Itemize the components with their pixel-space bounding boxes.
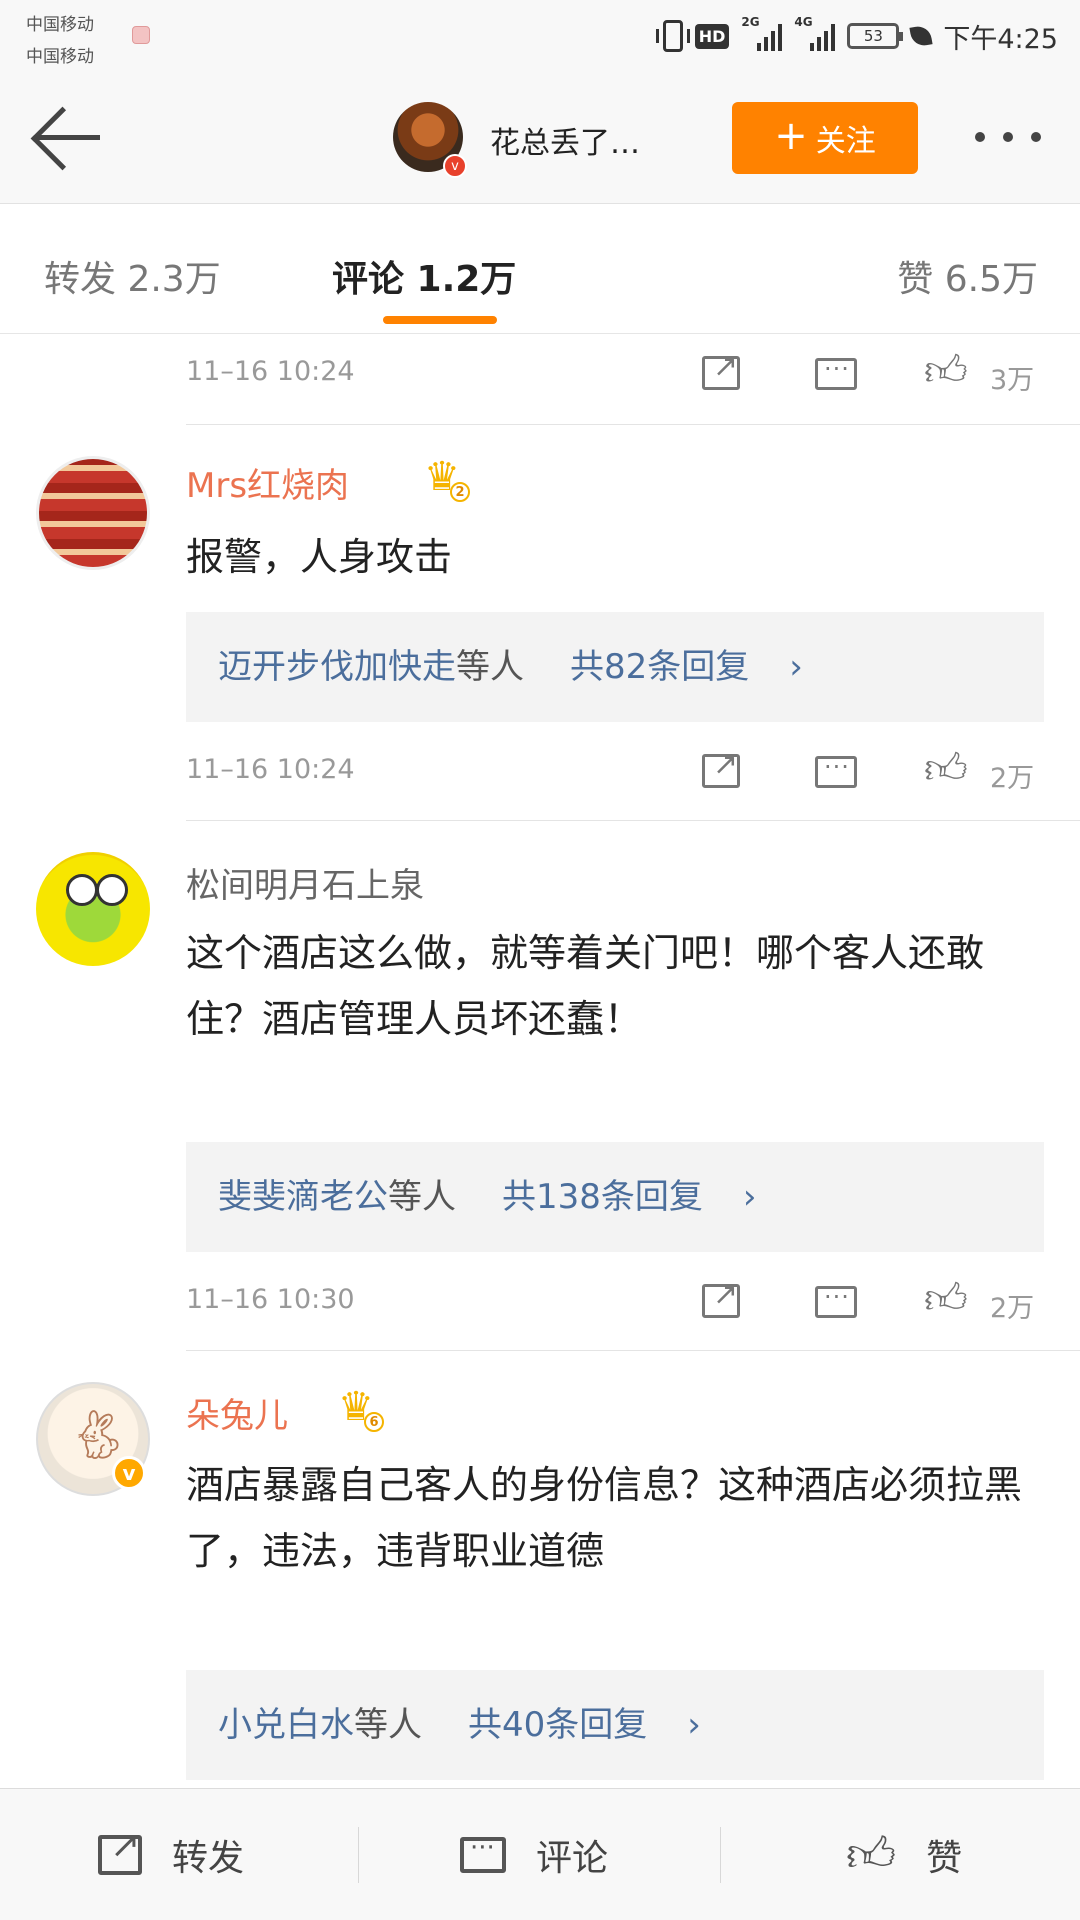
thumbs-up-icon[interactable]: 👍︎	[924, 748, 968, 790]
carrier-label-2: 中国移动	[26, 47, 94, 67]
user-avatar[interactable]	[36, 456, 150, 570]
reply-total[interactable]: 共82条回复	[570, 647, 749, 687]
comment-button[interactable]: 评论	[460, 1789, 608, 1920]
back-arrow-icon[interactable]	[28, 108, 104, 168]
carrier-label: 中国移动	[26, 15, 94, 35]
separator	[358, 1827, 359, 1883]
repost-label: 转发	[172, 1838, 245, 1879]
comment-text: 报警，人身攻击	[186, 535, 453, 579]
author-name[interactable]: 花总丢了…	[490, 118, 640, 162]
like-button[interactable]: 👍︎ 赞	[846, 1789, 962, 1920]
vip-crown-icon: 6	[338, 1384, 384, 1432]
separator	[720, 1827, 721, 1883]
chevron-right-icon: ›	[789, 647, 803, 687]
share-icon[interactable]	[702, 349, 740, 390]
comment-username[interactable]: 朵兔儿	[186, 1388, 288, 1437]
reply-names[interactable]: 小兑白水	[218, 1705, 354, 1745]
signal-icon: 2G	[741, 15, 783, 51]
comment-label: 评论	[536, 1838, 609, 1879]
comment-username[interactable]: Mrs红烧肉	[186, 458, 349, 507]
vip-level: 2	[450, 482, 470, 502]
clock: 下午4:25	[943, 23, 1058, 55]
reply-names[interactable]: 斐斐滴老公	[218, 1177, 388, 1217]
divider	[186, 424, 1080, 425]
more-options-icon[interactable]	[975, 132, 1041, 142]
replies-summary[interactable]: 迈开步伐加快走等人 共82条回复 ›	[186, 612, 1044, 722]
power-saving-icon	[909, 24, 933, 48]
comment-time: 11–16 10:24	[186, 356, 355, 387]
comment-text: 酒店暴露自己客人的身份信息？这种酒店必须拉黑了，违法，违背职业道德	[186, 1463, 1023, 1573]
user-avatar[interactable]	[36, 852, 150, 966]
hd-badge: HD	[694, 23, 730, 49]
chevron-right-icon: ›	[742, 1177, 757, 1217]
vibrate-icon	[655, 20, 690, 52]
comment-time: 11–16 10:30	[186, 1284, 355, 1315]
tab-bar: 转发 2.3万 评论 1.2万 赞 6.5万	[0, 204, 1080, 334]
repost-button[interactable]: 转发	[98, 1789, 244, 1920]
reply-total[interactable]: 共138条回复	[502, 1177, 703, 1217]
reply-total[interactable]: 共40条回复	[468, 1705, 647, 1745]
verified-badge-icon: v	[112, 1456, 146, 1490]
like-count: 2万	[990, 763, 1035, 794]
tab-repost[interactable]: 转发 2.3万	[44, 250, 221, 302]
follow-button[interactable]: + 关注	[732, 102, 918, 174]
divider	[186, 820, 1080, 821]
follow-label: 关注	[815, 124, 876, 159]
bottom-action-bar: 转发 评论 👍︎ 赞	[0, 1788, 1080, 1920]
status-icons: HD 2G 4G 53 下午4:25	[655, 15, 1058, 55]
top-nav: v 花总丢了… + 关注	[0, 72, 1080, 204]
comment-icon	[460, 1833, 506, 1873]
thumbs-up-icon: 👍︎	[846, 1827, 897, 1883]
signal-icon-2: 4G	[794, 15, 836, 51]
like-count: 3万	[990, 365, 1035, 396]
like-count: 2万	[990, 1293, 1035, 1324]
reply-names[interactable]: 迈开步伐加快走	[218, 647, 456, 687]
bunny-illustration: 🐇︎	[68, 1407, 129, 1463]
reply-icon[interactable]	[815, 355, 857, 390]
tab-comment[interactable]: 评论 1.2万	[332, 250, 516, 302]
like-label: 赞	[926, 1838, 963, 1879]
comment-username[interactable]: 松间明月石上泉	[186, 858, 424, 907]
tab-like[interactable]: 赞 6.5万	[897, 250, 1038, 302]
vip-level: 6	[364, 1412, 384, 1432]
reply-etc: 等人	[354, 1705, 422, 1745]
thumbs-up-icon[interactable]: 👍︎	[924, 350, 968, 392]
comment-text: 这个酒店这么做，就等着关门吧！哪个客人还敢住？酒店管理人员坏还蠢！	[186, 931, 985, 1041]
reply-etc: 等人	[388, 1177, 456, 1217]
comment-time: 11–16 10:24	[186, 754, 355, 785]
share-icon	[98, 1825, 142, 1875]
vip-crown-icon: 2	[424, 454, 470, 502]
divider	[186, 1350, 1080, 1351]
reply-etc: 等人	[456, 647, 524, 687]
chevron-right-icon: ›	[687, 1705, 701, 1745]
share-icon[interactable]	[702, 747, 740, 788]
app-notification-icon	[132, 26, 150, 44]
reply-icon[interactable]	[815, 1283, 857, 1318]
tab-indicator	[383, 316, 497, 324]
battery-icon: 53	[847, 23, 904, 49]
replies-summary[interactable]: 小兑白水等人 共40条回复 ›	[186, 1670, 1044, 1780]
plus-icon: +	[774, 113, 808, 159]
thumbs-up-icon[interactable]: 👍︎	[924, 1278, 968, 1320]
replies-summary[interactable]: 斐斐滴老公等人 共138条回复 ›	[186, 1142, 1044, 1252]
network-type: 2G	[741, 15, 760, 29]
share-icon[interactable]	[702, 1277, 740, 1318]
reply-icon[interactable]	[815, 753, 857, 788]
status-bar: 中国移动 中国移动 HD 2G 4G 53 下午4:25	[0, 0, 1080, 72]
verified-badge-icon: v	[443, 154, 467, 178]
network-type-2: 4G	[794, 15, 813, 29]
